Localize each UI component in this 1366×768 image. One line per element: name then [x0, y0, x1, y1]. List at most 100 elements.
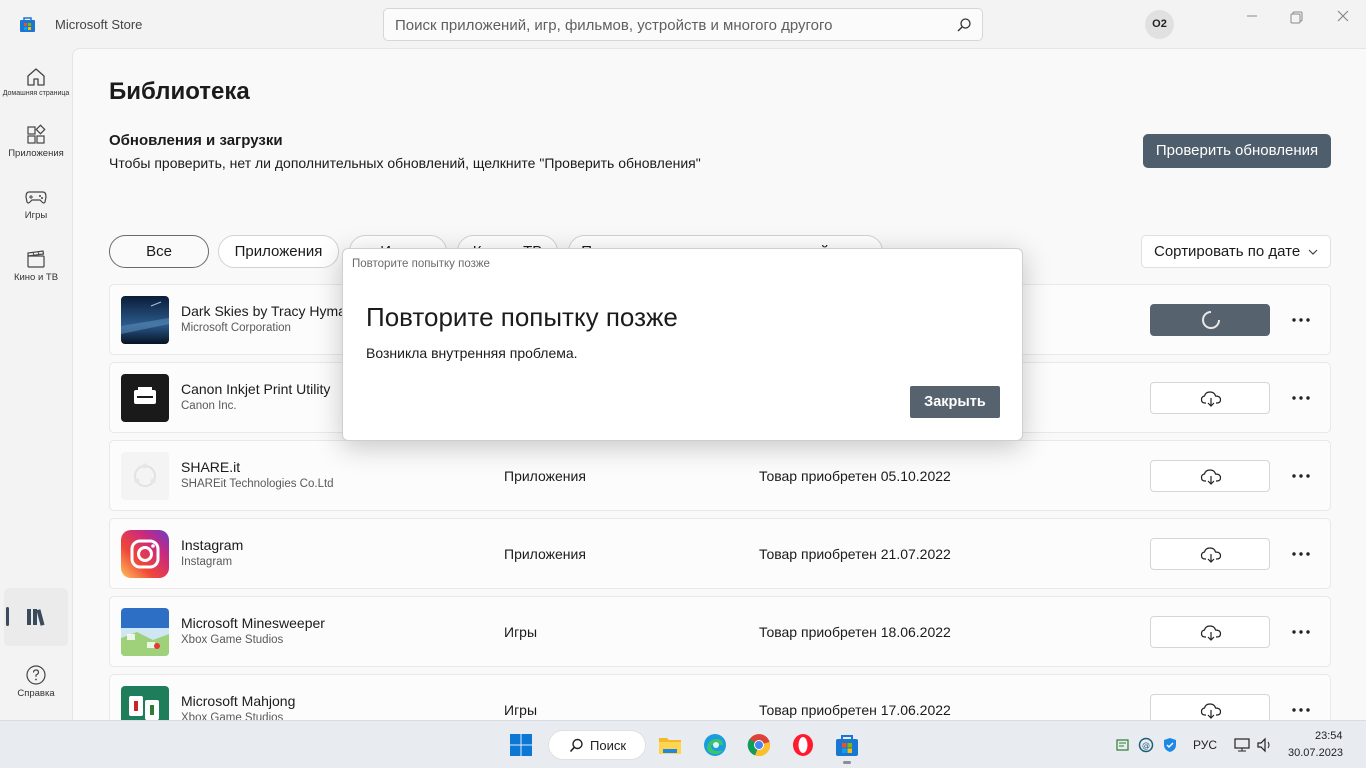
sidebar-item-help[interactable]: Справка	[2, 658, 70, 716]
svg-text:@: @	[1142, 741, 1150, 750]
app-name: Dark Skies by Tracy Hymas	[181, 303, 353, 319]
minesweeper-app-icon	[121, 608, 169, 656]
more-options-icon[interactable]	[1288, 309, 1314, 331]
language-indicator[interactable]: РУС	[1193, 738, 1217, 752]
tray-app-icon[interactable]	[1115, 737, 1131, 753]
search-icon[interactable]	[956, 17, 972, 33]
app-row-shareit[interactable]: SHARE.it SHAREit Technologies Co.Ltd При…	[109, 440, 1331, 511]
windows-start-icon[interactable]	[507, 731, 535, 759]
app-publisher: Instagram	[181, 556, 233, 568]
dialog-heading: Повторите попытку позже	[366, 302, 678, 332]
updates-description: Чтобы проверить, нет ли дополнительных о…	[109, 155, 701, 171]
spinner-icon	[1202, 311, 1220, 329]
sort-dropdown[interactable]: Сортировать по дате	[1141, 235, 1331, 268]
app-name: Microsoft Mahjong	[181, 693, 296, 709]
active-app-indicator	[843, 761, 851, 764]
movie-icon	[27, 250, 45, 268]
sidebar-item-label: Кино и ТВ	[13, 272, 59, 283]
dialog-close-button[interactable]: Закрыть	[910, 386, 1000, 418]
clock-time[interactable]: 23:54	[1315, 730, 1343, 742]
user-avatar[interactable]: O2	[1145, 10, 1174, 39]
check-updates-button[interactable]: Проверить обновления	[1143, 134, 1331, 168]
app-row-minesweeper[interactable]: Microsoft Minesweeper Xbox Game Studios …	[109, 596, 1331, 667]
opera-browser-icon[interactable]	[789, 731, 817, 759]
mahjong-app-icon	[121, 686, 169, 720]
store-logo-icon	[20, 17, 35, 32]
file-explorer-icon[interactable]	[656, 731, 684, 759]
sidebar-item-apps[interactable]: Приложения	[2, 118, 70, 176]
download-button[interactable]	[1150, 694, 1270, 720]
more-options-icon[interactable]	[1288, 621, 1314, 643]
app-purchase-date: Товар приобретен 21.07.2022	[759, 546, 951, 562]
more-options-icon[interactable]	[1288, 543, 1314, 565]
app-purchase-date: Товар приобретен 18.06.2022	[759, 624, 951, 640]
download-button[interactable]	[1150, 538, 1270, 570]
app-name: SHARE.it	[181, 459, 241, 475]
app-category: Приложения	[504, 468, 586, 484]
minimize-icon[interactable]	[1242, 8, 1262, 28]
cloud-download-icon	[1200, 391, 1222, 407]
cloud-download-icon	[1200, 625, 1222, 641]
sidebar-item-library[interactable]	[4, 588, 68, 646]
search-placeholder: Поиск приложений, игр, фильмов, устройст…	[395, 17, 833, 34]
active-indicator	[6, 607, 9, 626]
cloud-download-icon	[1200, 469, 1222, 485]
filter-all[interactable]: Все	[109, 235, 209, 268]
clock-date[interactable]: 30.07.2023	[1288, 747, 1343, 759]
tray-security-icon[interactable]: @	[1138, 737, 1154, 753]
search-input[interactable]: Поиск приложений, игр, фильмов, устройст…	[383, 8, 983, 41]
app-publisher: SHAREit Technologies Co.Ltd	[181, 478, 334, 490]
sidebar: Домашняя страница Приложения Игры Кино и…	[0, 48, 72, 720]
library-icon	[27, 609, 45, 626]
app-category: Игры	[504, 702, 538, 718]
more-options-icon[interactable]	[1288, 699, 1314, 720]
app-publisher: Canon Inc.	[181, 400, 237, 412]
app-name: Instagram	[181, 537, 244, 553]
volume-icon[interactable]	[1256, 737, 1274, 753]
filter-apps[interactable]: Приложения	[218, 235, 339, 268]
dialog-message: Возникла внутренняя проблема.	[366, 345, 578, 361]
chrome-browser-icon[interactable]	[745, 731, 773, 759]
app-purchase-date: Товар приобретен 17.06.2022	[759, 702, 951, 718]
close-icon[interactable]	[1333, 8, 1353, 28]
home-icon	[27, 68, 45, 86]
chevron-down-icon	[1308, 249, 1318, 255]
canon-app-icon	[121, 374, 169, 422]
app-row-instagram[interactable]: Instagram Instagram Приложения Товар при…	[109, 518, 1331, 589]
restore-icon[interactable]	[1287, 8, 1307, 28]
download-button[interactable]	[1150, 382, 1270, 414]
network-icon[interactable]	[1233, 737, 1251, 753]
download-button[interactable]	[1150, 460, 1270, 492]
app-publisher: Microsoft Corporation	[181, 322, 291, 334]
cloud-download-icon	[1200, 703, 1222, 719]
taskbar-search[interactable]: Поиск	[548, 730, 646, 760]
sidebar-item-games[interactable]: Игры	[2, 180, 70, 238]
gamepad-icon	[25, 191, 47, 204]
app-publisher: Xbox Game Studios	[181, 634, 284, 646]
tray-defender-icon[interactable]	[1162, 737, 1178, 753]
taskbar-search-label: Поиск	[590, 738, 627, 753]
sidebar-item-label: Игры	[24, 210, 48, 221]
updates-title: Обновления и загрузки	[109, 132, 283, 149]
sidebar-item-movies[interactable]: Кино и ТВ	[2, 242, 70, 300]
sidebar-item-label: Справка	[17, 688, 55, 699]
apps-icon	[27, 124, 46, 144]
app-category: Игры	[504, 624, 538, 640]
edge-browser-icon[interactable]	[701, 731, 729, 759]
shareit-app-icon	[121, 452, 169, 500]
help-icon	[26, 665, 46, 685]
microsoft-store-icon[interactable]	[833, 731, 861, 759]
app-row-mahjong[interactable]: Microsoft Mahjong Xbox Game Studios Игры…	[109, 674, 1331, 720]
app-purchase-date: Товар приобретен 05.10.2022	[759, 468, 951, 484]
dark-skies-app-icon	[121, 296, 169, 344]
updating-button[interactable]	[1150, 304, 1270, 336]
sidebar-item-home[interactable]: Домашняя страница	[2, 60, 70, 118]
instagram-app-icon	[121, 530, 169, 578]
page-title: Библиотека	[109, 78, 250, 105]
sidebar-item-label: Домашняя страница	[2, 90, 70, 97]
more-options-icon[interactable]	[1288, 465, 1314, 487]
download-button[interactable]	[1150, 616, 1270, 648]
more-options-icon[interactable]	[1288, 387, 1314, 409]
app-name: Canon Inkjet Print Utility	[181, 381, 331, 397]
app-name: Microsoft Minesweeper	[181, 615, 325, 631]
